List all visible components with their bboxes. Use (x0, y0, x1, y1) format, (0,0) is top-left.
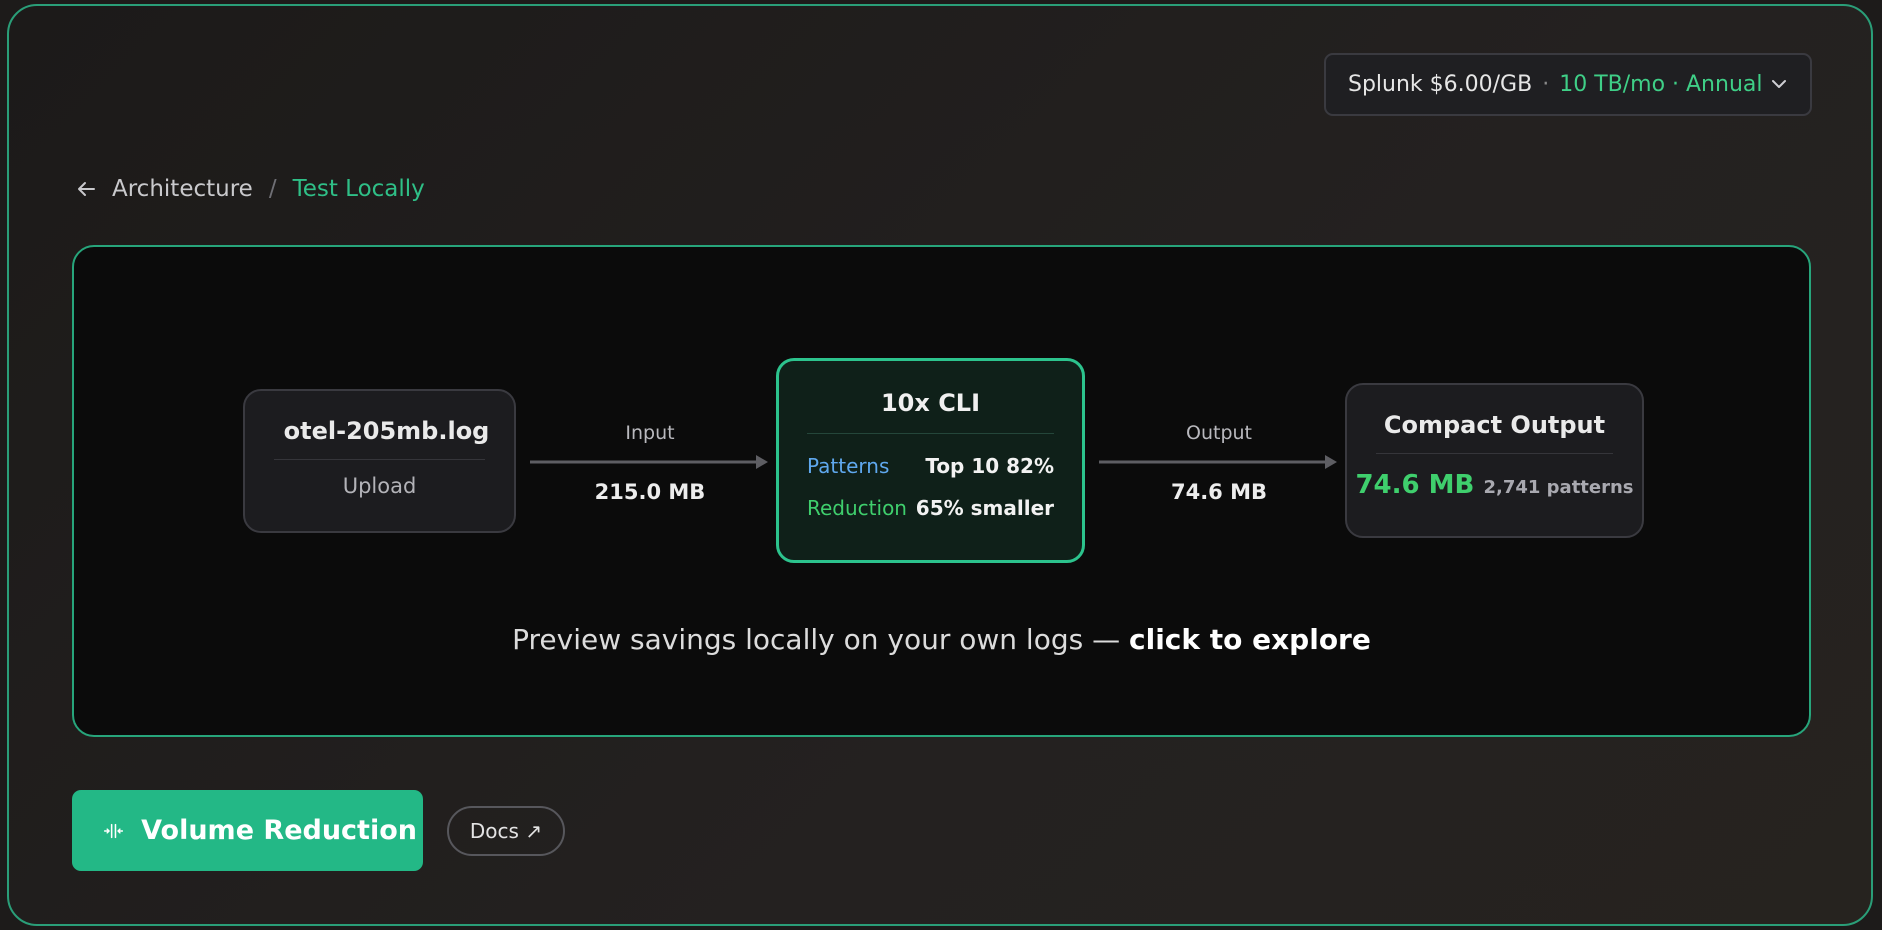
pricing-vendor: Splunk $6.00/GB (1348, 72, 1533, 97)
input-edge-label: Input (625, 422, 675, 444)
input-edge-value: 215.0 MB (594, 480, 706, 504)
input-file-title: otel-205mb.log (274, 417, 489, 460)
chevron-down-icon (1772, 80, 1786, 88)
cli-node[interactable]: 10x CLI Patterns Top 10 82% Reduction 65… (776, 358, 1085, 563)
input-edge: Input 215.0 MB (530, 422, 770, 504)
pricing-separator: · (1542, 72, 1550, 97)
pricing-plan: 10 TB/mo · Annual (1559, 72, 1763, 97)
cli-patterns-label: Patterns (807, 454, 890, 478)
input-filename: otel-205mb.log (283, 417, 490, 445)
docs-link-button[interactable]: Docs ↗ (447, 806, 565, 856)
cli-reduction-row: Reduction 65% smaller (807, 496, 1054, 520)
compact-output-node[interactable]: Compact Output 74.6 MB 2,741 patterns (1345, 383, 1644, 538)
cta-emphasis: click to explore (1129, 623, 1371, 656)
output-title: Compact Output (1376, 411, 1613, 454)
cli-reduction-label: Reduction (807, 496, 907, 520)
output-edge: Output 74.6 MB (1099, 422, 1339, 504)
volume-reduction-button[interactable]: Volume Reduction (72, 790, 423, 871)
pipeline-preview-panel[interactable]: otel-205mb.log Upload Input 215.0 MB 10x… (72, 245, 1811, 737)
input-file-node[interactable]: otel-205mb.log Upload (243, 389, 516, 533)
arrow-right-icon (530, 455, 768, 469)
compress-icon (104, 823, 124, 838)
cta-text: Preview savings locally on your own logs… (512, 623, 1129, 656)
breadcrumb-parent[interactable]: Architecture (112, 176, 253, 202)
upload-label: Upload (342, 474, 417, 498)
cli-patterns-row: Patterns Top 10 82% (807, 454, 1054, 478)
output-patterns: 2,741 patterns (1483, 477, 1634, 498)
breadcrumb-separator: / (268, 176, 277, 202)
docs-label: Docs ↗ (469, 819, 543, 843)
output-edge-value: 74.6 MB (1170, 480, 1268, 504)
output-size: 74.6 MB (1355, 470, 1475, 500)
volume-reduction-label: Volume Reduction (141, 815, 417, 846)
cli-reduction-value: 65% smaller (915, 496, 1054, 520)
cli-title: 10x CLI (807, 389, 1054, 434)
breadcrumb: Architecture / Test Locally (75, 174, 425, 204)
arrow-right-icon (1099, 455, 1337, 469)
pricing-selector[interactable]: Splunk $6.00/GB · 10 TB/mo · Annual (1324, 53, 1812, 116)
breadcrumb-current: Test Locally (292, 176, 425, 202)
explore-cta[interactable]: Preview savings locally on your own logs… (74, 623, 1809, 656)
output-stats: 74.6 MB 2,741 patterns (1347, 470, 1642, 500)
output-edge-label: Output (1186, 422, 1252, 444)
cli-patterns-value: Top 10 82% (925, 454, 1054, 478)
arrow-left-icon[interactable] (75, 178, 97, 200)
